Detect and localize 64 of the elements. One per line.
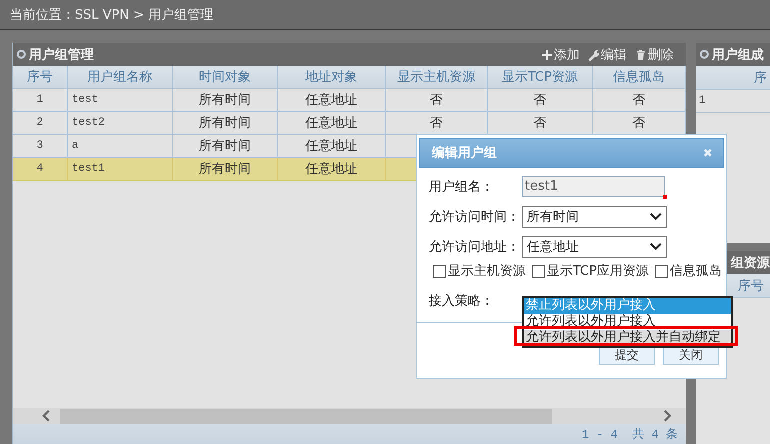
dropdown-option[interactable]: 禁止列表以外用户接入 (524, 298, 731, 314)
table-cell: 3 (36, 140, 44, 152)
table-cell-text: 所有时间 (199, 161, 251, 178)
column-header[interactable]: 地址对象 (278, 66, 386, 88)
table-cell: test (72, 94, 98, 106)
table-cell: 1 (699, 95, 706, 107)
column-header[interactable]: 用户组名称 (68, 66, 173, 88)
table-cell-text: 任意地址 (306, 138, 358, 155)
breadcrumb: 当前位置：SSL VPN > 用户组管理 (10, 6, 214, 24)
table-cell-text: 所有时间 (199, 115, 251, 132)
table-cell-text: 否 (632, 92, 646, 109)
table-cell-text: 所有时间 (199, 92, 251, 109)
wrench-icon (588, 48, 600, 60)
toolbar-button[interactable]: 编辑 (586, 46, 629, 64)
field-label: 用户组名： (429, 178, 495, 196)
column-header[interactable]: 时间对象 (173, 66, 278, 88)
column-header[interactable]: 显示TCP资源 (488, 66, 593, 88)
field-label: 允许访问地址： (429, 238, 521, 256)
field-label: 接入策略： (429, 292, 495, 310)
checkbox-label: 显示TCP应用资源 (547, 263, 650, 280)
pagination-text: 1 - 4 共 4 条 (582, 426, 678, 442)
ring-icon (17, 50, 26, 59)
table-cell-text: 否 (632, 115, 646, 132)
panel-title: 用户组成 (712, 46, 764, 64)
panel-title: 组资源 (731, 254, 770, 272)
table-cell: 4 (36, 163, 44, 175)
checkbox[interactable] (655, 264, 668, 278)
checkbox[interactable] (433, 264, 446, 278)
table-cell: a (72, 140, 79, 152)
table-row[interactable]: 2 test2 所有时间 任意地址 否 否 否 (13, 112, 686, 135)
column-header[interactable]: 序 (754, 68, 767, 86)
scrollbar-thumb[interactable] (60, 408, 552, 424)
table-cell-text: 任意地址 (306, 92, 358, 109)
table-cell: 1 (36, 94, 44, 106)
dropdown[interactable]: 所有时间 (522, 206, 667, 228)
table-cell: test1 (72, 163, 106, 175)
toolbar-button[interactable]: 删除 (633, 46, 676, 64)
horizontal-scrollbar[interactable] (13, 408, 686, 424)
panel-title: 用户组管理 (29, 46, 94, 64)
table-cell: 2 (36, 117, 44, 129)
table-cell-text: 任意地址 (306, 161, 358, 178)
chevron-down-icon (650, 212, 662, 220)
table-cell-text: 任意地址 (306, 115, 358, 132)
table-cell: test2 (72, 117, 106, 129)
checkbox-label: 信息孤岛 (670, 263, 722, 280)
toolbar-button[interactable]: 添加 (539, 46, 582, 64)
table-cell-text: 否 (534, 115, 546, 132)
checkbox[interactable] (532, 264, 545, 278)
field-label: 允许访问时间： (429, 208, 521, 226)
close-icon[interactable] (703, 148, 713, 158)
chevron-down-icon (650, 242, 662, 250)
plus-icon (541, 48, 553, 60)
table-cell-text: 所有时间 (199, 138, 251, 155)
checkbox-label: 显示主机资源 (448, 263, 526, 280)
column-header[interactable]: 序号 (13, 66, 68, 88)
trash-icon (635, 48, 647, 60)
column-header[interactable]: 显示主机资源 (386, 66, 488, 88)
ring-icon (700, 50, 709, 59)
table-cell-text: 否 (430, 92, 443, 109)
table-cell-text: 否 (430, 115, 443, 132)
column-header[interactable]: 信息孤岛 (593, 66, 686, 88)
dropdown[interactable]: 任意地址 (522, 236, 667, 258)
table-row[interactable]: 1 test 所有时间 任意地址 否 否 否 (13, 89, 686, 112)
table-cell-text: 否 (534, 92, 546, 109)
